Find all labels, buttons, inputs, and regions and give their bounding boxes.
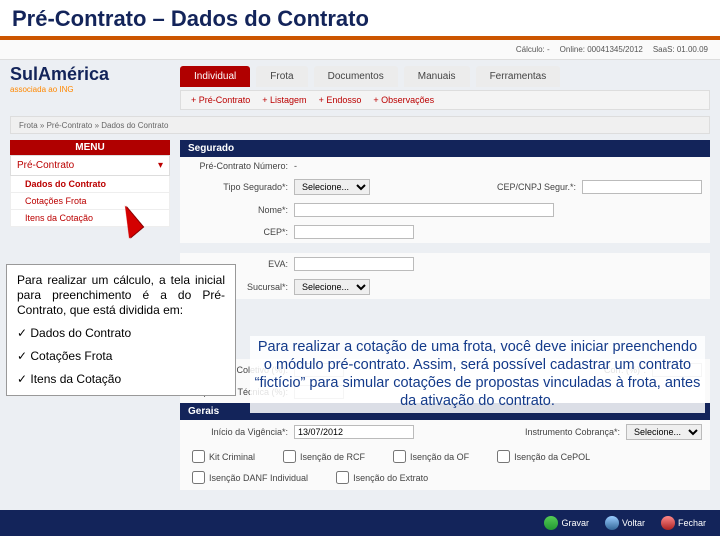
callout-left-text: Para realizar um cálculo, a tela inicial…: [17, 273, 225, 318]
sucursal-select[interactable]: Selecione...: [294, 279, 370, 295]
instruction-callout-left: Para realizar um cálculo, a tela inicial…: [6, 264, 236, 396]
action-footer: Gravar Voltar Fechar: [0, 510, 720, 536]
check-kit-criminal-label: Kit Criminal: [209, 452, 255, 462]
gravar-button[interactable]: Gravar: [540, 514, 593, 532]
check-isencao-extrato-label: Isenção do Extrato: [353, 473, 428, 483]
sub-nav: + Pré-Contrato + Listagem + Endosso + Ob…: [180, 90, 710, 110]
cep-label: CEP*:: [188, 227, 288, 237]
sidebar-menu-header: MENU: [10, 140, 170, 155]
main-nav: Individual Frota Documentos Manuais Ferr…: [180, 66, 560, 87]
brand-name: SulAmérica: [10, 64, 170, 85]
nav-tab-individual[interactable]: Individual: [180, 66, 250, 87]
gravar-label: Gravar: [561, 518, 589, 528]
subnav-endosso[interactable]: + Endosso: [319, 95, 362, 105]
check-isencao-cepol[interactable]: Isenção da CePOL: [497, 450, 590, 463]
tipo-segurado-label: Tipo Segurado*:: [188, 182, 288, 192]
check-isencao-rcf[interactable]: Isenção de RCF: [283, 450, 365, 463]
nav-tab-documentos[interactable]: Documentos: [314, 66, 398, 87]
nav-tab-manuais[interactable]: Manuais: [404, 66, 470, 87]
subnav-listagem[interactable]: + Listagem: [262, 95, 306, 105]
check-isencao-danf-box[interactable]: [192, 471, 205, 484]
chevron-down-icon: ▾: [158, 160, 163, 171]
highlight-arrow-icon: [118, 208, 164, 254]
check-isencao-extrato[interactable]: Isenção do Extrato: [336, 471, 428, 484]
check-isencao-rcf-box[interactable]: [283, 450, 296, 463]
sidebar-section-precontrato[interactable]: Pré-Contrato ▾: [10, 155, 170, 176]
callout-bullet-dados-label: Dados do Contrato: [30, 326, 131, 340]
callout-bullet-itens-label: Itens da Cotação: [30, 372, 121, 386]
callout-bullet-itens: ✓ Itens da Cotação: [17, 372, 225, 387]
brand-sub: associada ao ING: [10, 85, 170, 94]
check-isencao-of[interactable]: Isenção da OF: [393, 450, 469, 463]
fechar-label: Fechar: [678, 518, 706, 528]
gerais-checkboxes: Kit Criminal Isenção de RCF Isenção da O…: [180, 444, 710, 490]
brand-logo: SulAmérica associada ao ING: [10, 64, 170, 94]
check-isencao-extrato-box[interactable]: [336, 471, 349, 484]
subnav-precontrato[interactable]: + Pré-Contrato: [191, 95, 250, 105]
callout-bullet-cotacoes: ✓ Cotações Frota: [17, 349, 225, 364]
nav-tab-ferramentas[interactable]: Ferramentas: [476, 66, 561, 87]
sidebar-item-dados-contrato[interactable]: Dados do Contrato: [10, 176, 170, 193]
save-icon: [544, 516, 558, 530]
voltar-label: Voltar: [622, 518, 645, 528]
back-icon: [605, 516, 619, 530]
instrumento-cobranca-select[interactable]: Selecione...: [626, 424, 702, 440]
status-bar: Cálculo: - Online: 00041345/2012 SaaS: 0…: [0, 40, 720, 60]
check-isencao-of-label: Isenção da OF: [410, 452, 469, 462]
sidebar-section-label: Pré-Contrato: [17, 160, 74, 171]
subnav-observacoes[interactable]: + Observações: [373, 95, 434, 105]
cnpj-segurado-label: CEP/CNPJ Segur.*:: [476, 182, 576, 192]
section-segurado-header: Segurado: [180, 140, 710, 157]
check-isencao-danf[interactable]: Isenção DANF Individual: [192, 471, 308, 484]
check-kit-criminal[interactable]: Kit Criminal: [192, 450, 255, 463]
check-isencao-of-box[interactable]: [393, 450, 406, 463]
precontrato-numero-label: Pré-Contrato Número:: [188, 161, 288, 171]
inicio-vigencia-label: Início da Vigência*:: [188, 427, 288, 437]
breadcrumb: Frota » Pré-Contrato » Dados do Contrato: [10, 116, 710, 134]
close-icon: [661, 516, 675, 530]
instrumento-cobranca-label: Instrumento Cobrança*:: [520, 427, 620, 437]
check-kit-criminal-box[interactable]: [192, 450, 205, 463]
nav-tab-frota[interactable]: Frota: [256, 66, 307, 87]
fechar-button[interactable]: Fechar: [657, 514, 710, 532]
form-content: Segurado Pré-Contrato Número: - Tipo Seg…: [180, 140, 710, 490]
callout-bullet-cotacoes-label: Cotações Frota: [30, 349, 112, 363]
status-calculo: Cálculo: -: [516, 45, 550, 54]
check-isencao-danf-label: Isenção DANF Individual: [209, 473, 308, 483]
cnpj-segurado-input[interactable]: [582, 180, 702, 194]
voltar-button[interactable]: Voltar: [601, 514, 649, 532]
inicio-vigencia-input[interactable]: [294, 425, 414, 439]
nome-input[interactable]: [294, 203, 554, 217]
slide-title: Pré-Contrato – Dados do Contrato: [0, 0, 720, 40]
check-isencao-cepol-label: Isenção da CePOL: [514, 452, 590, 462]
precontrato-numero-value: -: [294, 161, 297, 171]
cep-input[interactable]: [294, 225, 414, 239]
instruction-callout-main: Para realizar a cotação de uma frota, vo…: [250, 336, 705, 413]
tipo-segurado-select[interactable]: Selecione...: [294, 179, 370, 195]
status-online: Online: 00041345/2012: [560, 45, 643, 54]
nome-label: Nome*:: [188, 205, 288, 215]
eva-input[interactable]: [294, 257, 414, 271]
callout-bullet-dados: ✓ Dados do Contrato: [17, 326, 225, 341]
status-saas: SaaS: 01.00.09: [653, 45, 708, 54]
check-isencao-rcf-label: Isenção de RCF: [300, 452, 365, 462]
check-isencao-cepol-box[interactable]: [497, 450, 510, 463]
